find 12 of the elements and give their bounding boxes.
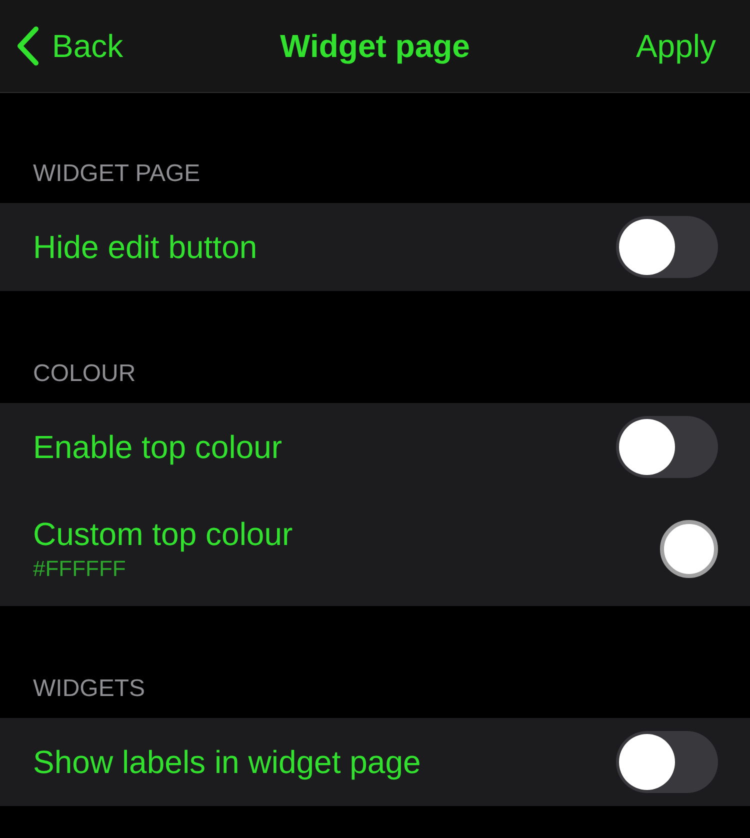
section-header: WIDGET PAGE [33, 159, 200, 189]
back-button[interactable]: Back [16, 22, 124, 70]
apply-button[interactable]: Apply [636, 22, 734, 70]
setting-label: Hide edit button [33, 228, 258, 267]
setting-label: Show labels in widget page [33, 743, 421, 782]
section-header: COLOUR [33, 359, 136, 389]
section-header: WIDGETS [33, 674, 145, 704]
setting-label: Custom top colour [33, 514, 293, 554]
chevron-left-icon [16, 26, 40, 66]
setting-label: Enable top colour [33, 428, 282, 467]
page-title: Widget page [280, 27, 470, 66]
colour-value: #FFFFFF [33, 554, 127, 582]
